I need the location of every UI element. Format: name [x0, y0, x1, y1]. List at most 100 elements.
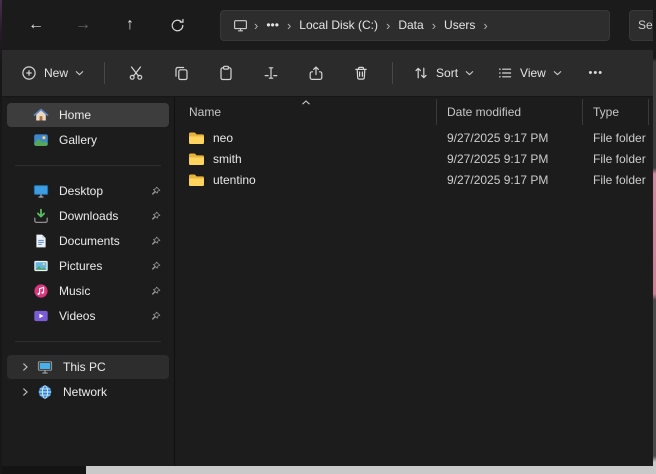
- breadcrumb-item-users[interactable]: Users: [438, 15, 481, 35]
- sort-arrows-icon: [413, 65, 429, 81]
- sidebar-item-this-pc[interactable]: This PC: [7, 355, 169, 379]
- toolbar-divider: [392, 62, 393, 84]
- file-row-neo[interactable]: neo 9/27/2025 9:17 PM File folder: [175, 127, 653, 148]
- this-pc-icon: [37, 359, 53, 375]
- more-options-icon: •••: [589, 67, 604, 79]
- sidebar-item-gallery[interactable]: Gallery: [7, 128, 169, 152]
- breadcrumb-item-data[interactable]: Data: [392, 15, 429, 35]
- search-text: Se: [638, 18, 653, 32]
- screen-edge-left: [0, 0, 2, 474]
- sidebar-item-documents[interactable]: Documents: [7, 229, 169, 253]
- sidebar-item-network[interactable]: Network: [7, 380, 169, 404]
- navigation-bar: ← → ↑ › ••• › Local Disk (C:) › Data › U…: [2, 0, 653, 50]
- forward-button[interactable]: →: [63, 9, 103, 41]
- breadcrumb-chevron-icon[interactable]: ›: [430, 19, 438, 32]
- file-type: File folder: [583, 148, 649, 169]
- breadcrumb-chevron-icon[interactable]: ›: [481, 19, 489, 32]
- view-button[interactable]: View: [488, 56, 571, 90]
- sidebar-item-label: Home: [59, 108, 161, 122]
- rename-icon: [263, 65, 279, 81]
- column-header-label: Type: [593, 105, 619, 119]
- breadcrumb-chevron-icon[interactable]: ›: [384, 19, 392, 32]
- column-header-type[interactable]: Type: [583, 99, 649, 125]
- sidebar-item-label: Pictures: [59, 259, 150, 273]
- pin-icon: [150, 211, 161, 222]
- chevron-right-icon[interactable]: [17, 362, 33, 372]
- file-name: neo: [213, 131, 233, 145]
- plus-icon: [21, 65, 37, 81]
- desktop-icon: [33, 183, 49, 199]
- screen-edge-bottom: [0, 466, 656, 474]
- sidebar-item-label: Videos: [59, 309, 150, 323]
- breadcrumb-item-local-disk[interactable]: Local Disk (C:): [293, 15, 384, 35]
- file-row-utentino[interactable]: utentino 9/27/2025 9:17 PM File folder: [175, 169, 653, 190]
- breadcrumb-chevron-icon[interactable]: ›: [285, 19, 293, 32]
- chevron-down-icon: [75, 70, 84, 76]
- copy-button[interactable]: [161, 56, 201, 90]
- navigation-sidebar: Home Gallery Desktop: [2, 97, 174, 466]
- file-name-cell: smith: [175, 148, 437, 169]
- refresh-icon: [170, 18, 185, 33]
- home-icon: [33, 107, 49, 123]
- file-row-smith[interactable]: smith 9/27/2025 9:17 PM File folder: [175, 148, 653, 169]
- sidebar-item-label: Gallery: [59, 133, 161, 147]
- file-type: File folder: [583, 127, 649, 148]
- toolbar-divider: [104, 62, 105, 84]
- up-button[interactable]: ↑: [110, 9, 150, 41]
- command-toolbar: New: [2, 50, 653, 97]
- sidebar-item-pictures[interactable]: Pictures: [7, 254, 169, 278]
- sort-button-label: Sort: [436, 66, 458, 80]
- share-icon: [308, 65, 324, 81]
- back-button[interactable]: ←: [16, 9, 56, 41]
- scissors-icon: [128, 65, 144, 81]
- cut-button[interactable]: [116, 56, 156, 90]
- sidebar-item-label: Music: [59, 284, 150, 298]
- paste-button[interactable]: [206, 56, 246, 90]
- file-explorer-window: ← → ↑ › ••• › Local Disk (C:) › Data › U…: [2, 0, 653, 466]
- address-bar[interactable]: › ••• › Local Disk (C:) › Data › Users ›: [220, 10, 610, 41]
- file-name-cell: neo: [175, 127, 437, 148]
- pin-icon: [150, 311, 161, 322]
- column-header-name[interactable]: Name: [175, 99, 437, 125]
- trash-icon: [353, 65, 369, 81]
- file-name: smith: [213, 152, 242, 166]
- rename-button[interactable]: [251, 56, 291, 90]
- sidebar-item-music[interactable]: Music: [7, 279, 169, 303]
- breadcrumb-overflow-button[interactable]: •••: [260, 15, 285, 35]
- sidebar-item-label: Downloads: [59, 209, 150, 223]
- music-icon: [33, 283, 49, 299]
- sort-ascending-icon: [301, 100, 310, 105]
- sort-button[interactable]: Sort: [404, 56, 483, 90]
- forward-icon: →: [75, 17, 91, 33]
- search-input[interactable]: Se: [629, 10, 653, 41]
- sidebar-item-downloads[interactable]: Downloads: [7, 204, 169, 228]
- documents-icon: [33, 233, 49, 249]
- more-options-button[interactable]: •••: [576, 56, 616, 90]
- chevron-right-icon[interactable]: [17, 387, 33, 397]
- file-rows: neo 9/27/2025 9:17 PM File folder smith …: [175, 127, 653, 190]
- column-header-date-modified[interactable]: Date modified: [437, 99, 583, 125]
- breadcrumb-chevron-icon[interactable]: ›: [252, 19, 260, 32]
- new-button[interactable]: New: [12, 56, 93, 90]
- folder-icon: [188, 131, 205, 145]
- view-list-icon: [497, 65, 513, 81]
- chevron-down-icon: [465, 70, 474, 76]
- up-icon: ↑: [126, 17, 134, 33]
- file-date-modified: 9/27/2025 9:17 PM: [437, 127, 583, 148]
- back-icon: ←: [28, 17, 44, 33]
- copy-icon: [173, 65, 189, 81]
- paste-icon: [218, 65, 234, 81]
- refresh-button[interactable]: [157, 9, 197, 41]
- sidebar-divider: [15, 341, 161, 342]
- delete-button[interactable]: [341, 56, 381, 90]
- sidebar-item-home[interactable]: Home: [7, 103, 169, 127]
- sidebar-item-desktop[interactable]: Desktop: [7, 179, 169, 203]
- pin-icon: [150, 261, 161, 272]
- column-header-row: Name Date modified Type: [175, 99, 653, 125]
- pictures-icon: [33, 258, 49, 274]
- downloads-icon: [33, 208, 49, 224]
- sidebar-item-label: Desktop: [59, 184, 150, 198]
- share-button[interactable]: [296, 56, 336, 90]
- pin-icon: [150, 186, 161, 197]
- sidebar-item-videos[interactable]: Videos: [7, 304, 169, 328]
